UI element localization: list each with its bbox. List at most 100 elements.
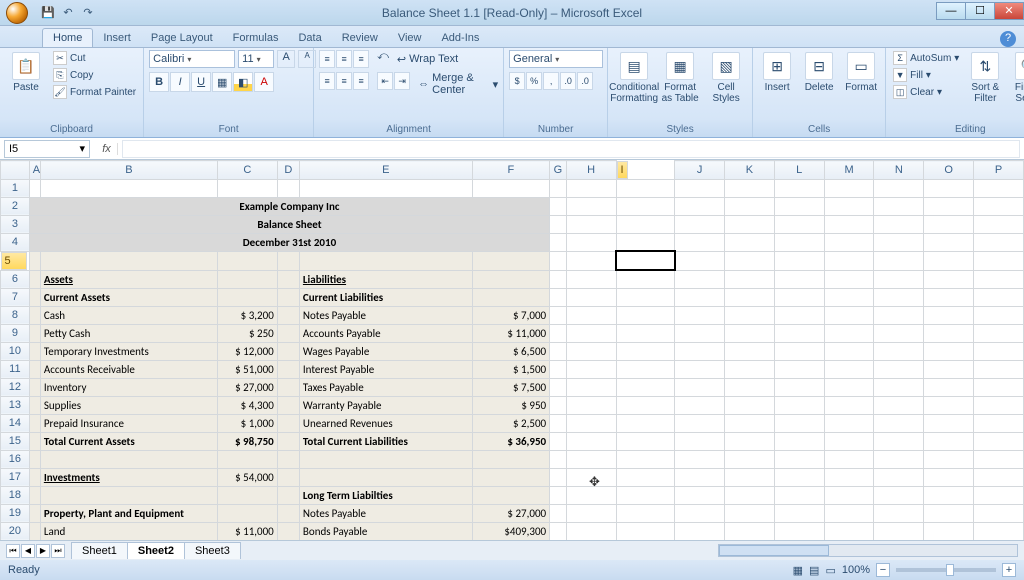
tab-insert[interactable]: Insert: [93, 29, 141, 47]
cell-J15[interactable]: [675, 432, 725, 450]
cell-A8[interactable]: [29, 306, 40, 324]
cell-F9[interactable]: $ 11,000: [472, 324, 550, 342]
cell-L5[interactable]: [774, 251, 824, 270]
tab-home[interactable]: Home: [42, 28, 93, 47]
sheet-tab-sheet2[interactable]: Sheet2: [127, 542, 185, 559]
increase-decimal-button[interactable]: .0: [560, 72, 576, 90]
cell-I9[interactable]: [616, 324, 675, 342]
cell-A13[interactable]: [29, 396, 40, 414]
cell-D19[interactable]: [277, 504, 299, 522]
cell-O15[interactable]: [924, 432, 974, 450]
row-header-14[interactable]: 14: [1, 414, 30, 432]
cell-O7[interactable]: [924, 288, 974, 306]
row-header-16[interactable]: 16: [1, 450, 30, 468]
cell-A5[interactable]: [29, 251, 40, 270]
cell-A10[interactable]: [29, 342, 40, 360]
col-header-M[interactable]: M: [824, 161, 874, 180]
cell-G10[interactable]: [550, 342, 567, 360]
cell-N16[interactable]: [874, 450, 924, 468]
cell-M5[interactable]: [824, 251, 874, 270]
title-cell[interactable]: Balance Sheet: [29, 215, 549, 233]
row-header-17[interactable]: 17: [1, 468, 30, 486]
cell-D9[interactable]: [277, 324, 299, 342]
cell-H12[interactable]: [566, 378, 616, 396]
cell-J19[interactable]: [675, 504, 725, 522]
cell-N6[interactable]: [874, 270, 924, 288]
cell-B6[interactable]: Assets: [40, 270, 217, 288]
cell-E7[interactable]: Current Liabilities: [299, 288, 472, 306]
cell-M18[interactable]: [824, 486, 874, 504]
cell-F16[interactable]: [472, 450, 550, 468]
col-header-N[interactable]: N: [874, 161, 924, 180]
cell-O9[interactable]: [924, 324, 974, 342]
cell-A1[interactable]: [29, 179, 40, 197]
cell-H15[interactable]: [566, 432, 616, 450]
tab-view[interactable]: View: [388, 29, 432, 47]
cell-M10[interactable]: [824, 342, 874, 360]
row-header-5[interactable]: 5: [1, 252, 27, 270]
cell-K5[interactable]: [725, 251, 775, 270]
cell-M12[interactable]: [824, 378, 874, 396]
row-header-7[interactable]: 7: [1, 288, 30, 306]
cell-L12[interactable]: [774, 378, 824, 396]
cell-B19[interactable]: Property, Plant and Equipment: [40, 504, 217, 522]
increase-indent-button[interactable]: ⇥: [394, 72, 410, 90]
row-header-4[interactable]: 4: [1, 233, 30, 251]
cell-C10[interactable]: $ 12,000: [217, 342, 277, 360]
cell-C17[interactable]: $ 54,000: [217, 468, 277, 486]
cell-B7[interactable]: Current Assets: [40, 288, 217, 306]
sheet-nav-first[interactable]: ⏮: [6, 544, 20, 558]
cell-K13[interactable]: [725, 396, 775, 414]
cell-J8[interactable]: [675, 306, 725, 324]
cell-F1[interactable]: [472, 179, 550, 197]
cell-J7[interactable]: [675, 288, 725, 306]
cell-I16[interactable]: [616, 450, 675, 468]
cell-E8[interactable]: Notes Payable: [299, 306, 472, 324]
cell-D8[interactable]: [277, 306, 299, 324]
cell-N10[interactable]: [874, 342, 924, 360]
sheet-nav-last[interactable]: ⏭: [51, 544, 65, 558]
cell-O14[interactable]: [924, 414, 974, 432]
cell-I17[interactable]: [616, 468, 675, 486]
cell-C11[interactable]: $ 51,000: [217, 360, 277, 378]
cell-K9[interactable]: [725, 324, 775, 342]
cell-N1[interactable]: [874, 179, 924, 197]
percent-button[interactable]: %: [526, 72, 542, 90]
fill-color-button[interactable]: ◧: [233, 72, 253, 92]
sheet-tab-sheet3[interactable]: Sheet3: [184, 542, 241, 559]
row-header-18[interactable]: 18: [1, 486, 30, 504]
cell-J5[interactable]: [675, 251, 725, 270]
insert-cells-button[interactable]: ⊞Insert: [758, 52, 796, 93]
zoom-level[interactable]: 100%: [842, 564, 870, 576]
cell-G16[interactable]: [550, 450, 567, 468]
cell-A11[interactable]: [29, 360, 40, 378]
cell-L1[interactable]: [774, 179, 824, 197]
cell-M16[interactable]: [824, 450, 874, 468]
cell-G20[interactable]: [550, 522, 567, 540]
cell-E11[interactable]: Interest Payable: [299, 360, 472, 378]
cell-B9[interactable]: Petty Cash: [40, 324, 217, 342]
cell-N13[interactable]: [874, 396, 924, 414]
cell-E18[interactable]: Long Term Liabilties: [299, 486, 472, 504]
cell-G7[interactable]: [550, 288, 567, 306]
tab-formulas[interactable]: Formulas: [223, 29, 289, 47]
cell-O20[interactable]: [924, 522, 974, 540]
cell-K6[interactable]: [725, 270, 775, 288]
cell-M19[interactable]: [824, 504, 874, 522]
number-format-select[interactable]: General▾: [509, 50, 603, 68]
cell-J9[interactable]: [675, 324, 725, 342]
col-header-E[interactable]: E: [299, 161, 472, 180]
cell-C9[interactable]: $ 250: [217, 324, 277, 342]
cell-P16[interactable]: [974, 450, 1024, 468]
tab-review[interactable]: Review: [332, 29, 388, 47]
cell-P17[interactable]: [974, 468, 1024, 486]
cell-N15[interactable]: [874, 432, 924, 450]
cell-C20[interactable]: $ 11,000: [217, 522, 277, 540]
col-header-I[interactable]: I: [617, 161, 628, 179]
cell-G11[interactable]: [550, 360, 567, 378]
cell-H14[interactable]: [566, 414, 616, 432]
cell-O12[interactable]: [924, 378, 974, 396]
cell-H7[interactable]: [566, 288, 616, 306]
cell-N8[interactable]: [874, 306, 924, 324]
cell-N19[interactable]: [874, 504, 924, 522]
